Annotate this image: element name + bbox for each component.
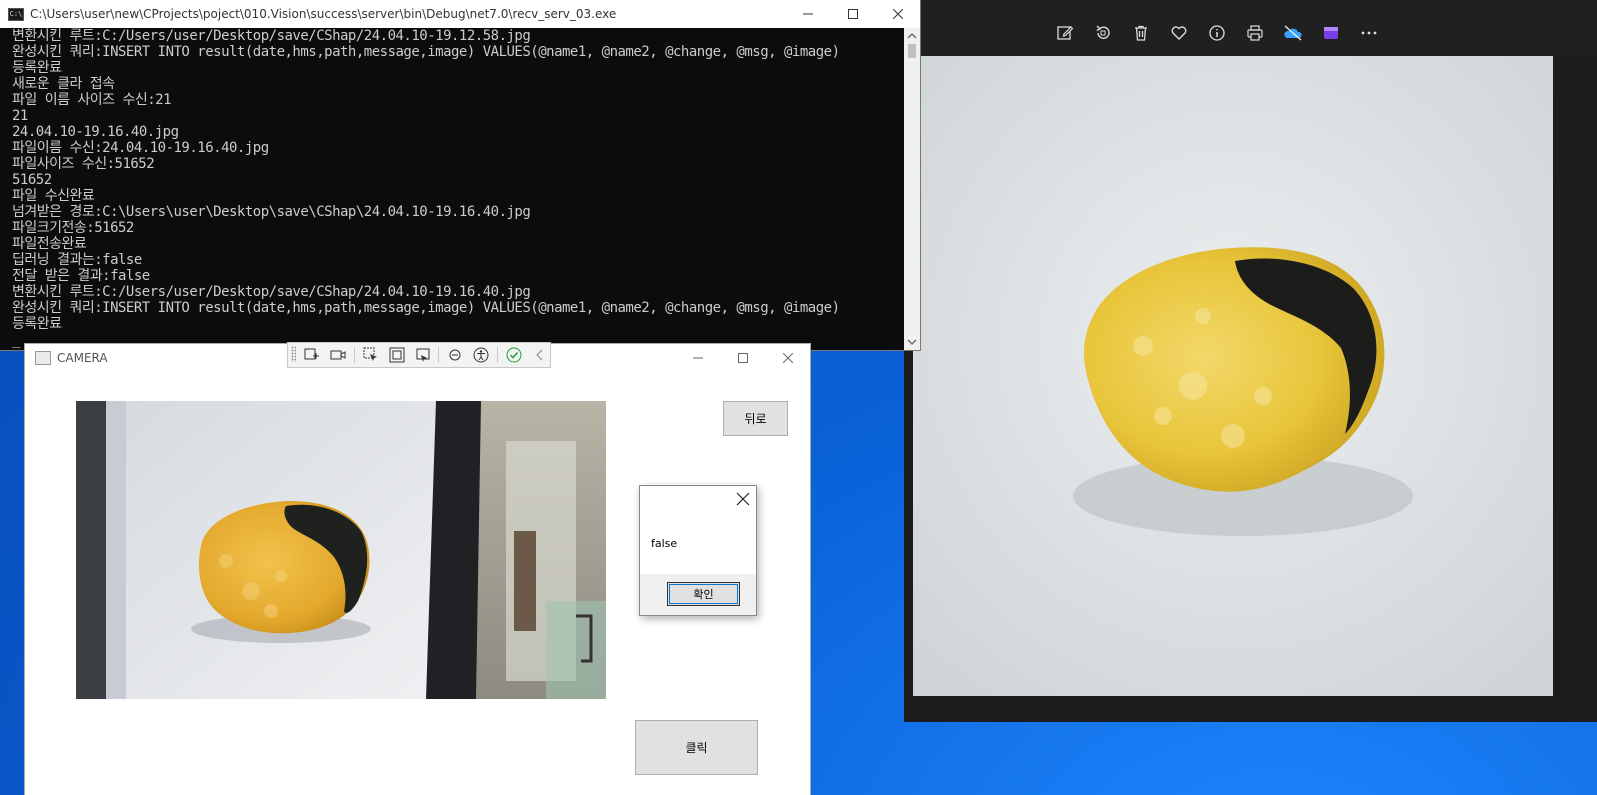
console-line: 넘겨받은 경로:C:\Users\user\Desktop\save\CShap… (12, 204, 531, 220)
console-output: 변환시킨 루트:C:/Users/user/Desktop/save/CShap… (12, 28, 900, 350)
console-line: 파일전송완료 (12, 236, 87, 252)
message-box-footer: 확인 (640, 574, 756, 615)
console-line: 파일 수신완료 (12, 188, 95, 204)
console-line: 변환시킨 루트:C:/Users/user/Desktop/save/CShap… (12, 284, 531, 300)
console-title: C:\Users\user\new\CProjects\poject\010.V… (30, 7, 617, 21)
rotate-icon[interactable] (1092, 22, 1114, 44)
photos-viewer-window (904, 0, 1597, 722)
scroll-down-arrow-icon[interactable] (907, 337, 917, 347)
console-line: 변환시킨 루트:C:/Users/user/Desktop/save/CShap… (12, 28, 531, 44)
back-button[interactable]: 뒤로 (723, 401, 788, 436)
capture-click-button[interactable]: 클릭 (635, 720, 758, 775)
console-line: 전달 받은 결과:false (12, 268, 150, 284)
display-adorners-icon[interactable] (387, 345, 407, 365)
camera-app-icon (35, 351, 51, 365)
ok-button[interactable]: 확인 (667, 582, 740, 606)
track-focus-icon[interactable] (413, 345, 433, 365)
console-line: 파일사이즈 수신:51652 (12, 156, 155, 172)
console-line: 24.04.10-19.16.40.jpg (12, 124, 179, 140)
info-icon[interactable] (1206, 22, 1228, 44)
console-line: 파일 이름 사이즈 수신:21 (12, 92, 172, 108)
print-icon[interactable] (1244, 22, 1266, 44)
close-icon (892, 9, 903, 19)
scroll-up-arrow-icon[interactable] (907, 31, 917, 41)
delete-icon[interactable] (1130, 22, 1152, 44)
console-line: 새로운 클라 접속 (12, 76, 115, 92)
toolbar-separator (353, 347, 355, 363)
camera-title: CAMERA (57, 351, 108, 365)
camera-minimize-button[interactable] (675, 344, 720, 372)
accessibility-icon[interactable] (471, 345, 491, 365)
minimize-icon (802, 13, 813, 15)
potato-chip-photo (913, 56, 1553, 696)
binding-failures-icon[interactable] (445, 345, 465, 365)
console-title-bar: C:\ C:\Users\user\new\CProjects\poject\0… (0, 0, 920, 28)
toolbar-grip[interactable] (291, 346, 296, 362)
message-text: false (651, 537, 678, 550)
console-line: 파일이름 수신:24.04.10-19.16.40.jpg (12, 140, 269, 156)
close-icon (782, 353, 793, 363)
console-line: 완성시킨 쿼리:INSERT INTO result(date,hms,path… (12, 300, 840, 316)
minimize-icon (692, 357, 703, 359)
camera-preview-image (76, 401, 606, 699)
live-visual-tree-icon[interactable] (302, 345, 322, 365)
edit-icon[interactable] (1054, 22, 1076, 44)
console-line: 파일크기전송:51652 (12, 220, 134, 236)
video-camera-icon[interactable] (328, 345, 348, 365)
more-icon[interactable] (1358, 22, 1380, 44)
toolbar-separator (497, 347, 499, 363)
onedrive-icon[interactable] (1282, 22, 1304, 44)
favorite-icon[interactable] (1168, 22, 1190, 44)
toolbar-separator (438, 347, 440, 363)
maximize-icon (737, 353, 748, 363)
photos-toolbar (904, 0, 1597, 56)
console-line: 등록완료 (12, 60, 62, 76)
close-button[interactable] (875, 0, 920, 28)
scroll-thumb[interactable] (908, 44, 916, 58)
console-line: 딥러닝 결과는:false (12, 252, 142, 268)
console-line: 완성시킨 쿼리:INSERT INTO result(date,hms,path… (12, 44, 840, 60)
console-app-icon: C:\ (8, 7, 24, 21)
debug-floating-toolbar (287, 342, 551, 368)
console-line: 51652 (12, 172, 52, 188)
console-line: 21 (12, 108, 28, 124)
camera-close-button[interactable] (765, 344, 810, 372)
minimize-button[interactable] (785, 0, 830, 28)
close-icon[interactable] (736, 492, 750, 506)
collapse-chevron-icon[interactable] (530, 345, 550, 365)
camera-maximize-button[interactable] (720, 344, 765, 372)
maximize-icon (847, 9, 858, 19)
console-scrollbar[interactable] (904, 28, 920, 350)
console-line: 등록완료 (12, 316, 62, 332)
message-box-dialog: false 확인 (639, 485, 757, 616)
maximize-button[interactable] (830, 0, 875, 28)
clipchamp-icon[interactable] (1320, 22, 1342, 44)
checkmark-icon[interactable] (504, 345, 524, 365)
console-window: C:\ C:\Users\user\new\CProjects\poject\0… (0, 0, 920, 350)
select-element-icon[interactable] (361, 345, 381, 365)
